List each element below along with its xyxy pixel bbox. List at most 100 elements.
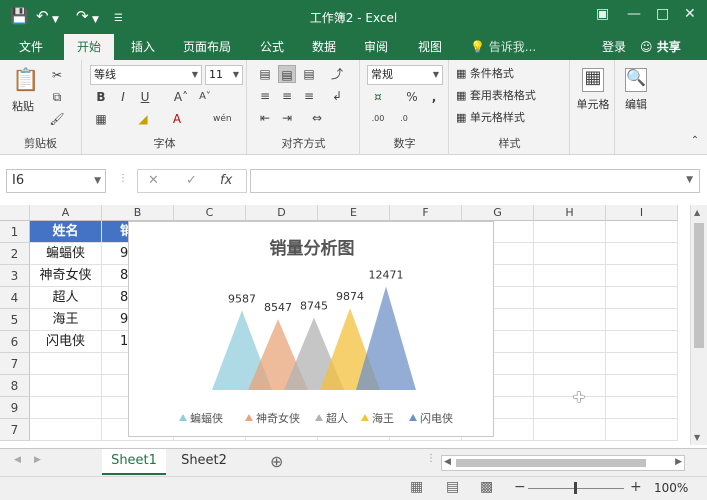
grid-cell[interactable] bbox=[606, 309, 678, 331]
tell-me-search[interactable]: 💡 告诉我... bbox=[470, 34, 536, 60]
decrease-decimal-icon[interactable]: .0 bbox=[395, 110, 413, 128]
grid-cell[interactable] bbox=[606, 265, 678, 287]
editing-button[interactable]: 编辑 bbox=[616, 96, 656, 114]
scroll-thumb[interactable] bbox=[456, 459, 646, 467]
paste-button[interactable]: 粘贴 bbox=[12, 98, 34, 116]
zoom-in-icon[interactable]: + bbox=[630, 479, 642, 495]
normal-view-icon[interactable]: ▦ bbox=[410, 479, 423, 495]
font-size-combo[interactable]: 11 ▼ bbox=[205, 65, 243, 85]
tab-data[interactable]: 数据 bbox=[302, 34, 346, 60]
increase-decimal-icon[interactable]: .00 bbox=[369, 110, 387, 128]
grid-cell[interactable]: 蝙蝠侠 bbox=[30, 243, 102, 265]
column-header[interactable]: I bbox=[606, 205, 678, 221]
conditional-format-button[interactable]: ▦ 条件格式 bbox=[456, 65, 514, 83]
grid-cell[interactable]: 姓名 bbox=[30, 221, 102, 243]
name-box[interactable]: I6 ▼ bbox=[6, 169, 106, 193]
column-header[interactable]: F bbox=[390, 205, 462, 221]
minimize-icon[interactable]: — bbox=[627, 6, 641, 22]
scroll-up-icon[interactable]: ▲ bbox=[694, 208, 700, 217]
underline-button[interactable]: U bbox=[136, 88, 154, 106]
column-header[interactable]: H bbox=[534, 205, 606, 221]
grid-cell[interactable] bbox=[606, 397, 678, 419]
ribbon-display-icon[interactable]: ▣ bbox=[596, 6, 609, 22]
row-header[interactable]: 9 bbox=[0, 397, 30, 419]
merge-center-icon[interactable]: ⇔ bbox=[308, 109, 326, 127]
phonetic-button[interactable]: wén bbox=[213, 110, 232, 128]
column-header[interactable]: C bbox=[174, 205, 246, 221]
align-middle-icon[interactable]: ▤ bbox=[278, 65, 296, 83]
row-header[interactable]: 8 bbox=[0, 375, 30, 397]
grid-cell[interactable]: 闪电侠 bbox=[30, 331, 102, 353]
column-header[interactable]: E bbox=[318, 205, 390, 221]
font-name-combo[interactable]: 等线 ▼ bbox=[90, 65, 202, 85]
fill-color-icon[interactable]: ◢ bbox=[134, 110, 152, 128]
italic-button[interactable]: I bbox=[114, 88, 132, 106]
tab-page-layout[interactable]: 页面布局 bbox=[172, 34, 242, 60]
scroll-down-icon[interactable]: ▼ bbox=[694, 433, 700, 442]
page-layout-view-icon[interactable]: ▤ bbox=[446, 479, 459, 495]
paste-icon[interactable]: 📋 bbox=[12, 66, 39, 96]
sheet-tab-2[interactable]: Sheet2 bbox=[172, 449, 236, 475]
grid-cell[interactable]: 海王 bbox=[30, 309, 102, 331]
row-header[interactable]: 1 bbox=[0, 221, 30, 243]
insert-function-button[interactable]: fx bbox=[220, 173, 232, 188]
percent-button[interactable]: % bbox=[403, 88, 421, 106]
scroll-thumb[interactable] bbox=[694, 223, 704, 348]
number-format-combo[interactable]: 常规 ▼ bbox=[367, 65, 443, 85]
grid-cell[interactable] bbox=[534, 419, 606, 441]
align-left-icon[interactable]: ≡ bbox=[256, 87, 274, 105]
tab-insert[interactable]: 插入 bbox=[120, 34, 166, 60]
grid-cell[interactable] bbox=[534, 397, 606, 419]
grid-cell[interactable]: 超人 bbox=[30, 287, 102, 309]
orientation-icon[interactable]: ⤴ bbox=[328, 65, 346, 83]
grow-font-icon[interactable]: A˄ bbox=[172, 88, 190, 106]
bold-button[interactable]: B bbox=[92, 88, 110, 106]
grid-cell[interactable] bbox=[606, 375, 678, 397]
grid-cell[interactable] bbox=[30, 419, 102, 441]
row-header[interactable]: 4 bbox=[0, 287, 30, 309]
add-sheet-icon[interactable]: ⊕ bbox=[270, 452, 283, 471]
tab-view[interactable]: 视图 bbox=[408, 34, 452, 60]
grid-cell[interactable] bbox=[534, 331, 606, 353]
chevron-down-icon[interactable]: ▼ bbox=[686, 175, 693, 185]
cells-icon[interactable]: ▦ bbox=[582, 68, 604, 92]
grid-cell[interactable] bbox=[534, 221, 606, 243]
vertical-scrollbar[interactable]: ▲ ▼ bbox=[690, 205, 707, 445]
find-icon[interactable]: 🔍 bbox=[625, 68, 647, 92]
grid-cell[interactable] bbox=[606, 353, 678, 375]
column-header[interactable]: G bbox=[462, 205, 534, 221]
grid-cell[interactable] bbox=[534, 243, 606, 265]
tab-formulas[interactable]: 公式 bbox=[250, 34, 294, 60]
align-right-icon[interactable]: ≡ bbox=[300, 87, 318, 105]
grid-cell[interactable] bbox=[606, 331, 678, 353]
grid-cell[interactable] bbox=[606, 419, 678, 441]
grid-cell[interactable] bbox=[606, 243, 678, 265]
column-header[interactable]: D bbox=[246, 205, 318, 221]
select-all-corner[interactable] bbox=[0, 205, 30, 221]
grid-cell[interactable] bbox=[534, 309, 606, 331]
format-as-table-button[interactable]: ▦ 套用表格格式 bbox=[456, 87, 536, 105]
row-header[interactable]: 3 bbox=[0, 265, 30, 287]
grid-cell[interactable] bbox=[534, 265, 606, 287]
align-center-icon[interactable]: ≡ bbox=[278, 87, 296, 105]
tab-review[interactable]: 审阅 bbox=[354, 34, 398, 60]
grid-cell[interactable] bbox=[30, 375, 102, 397]
scroll-left-icon[interactable]: ◀ bbox=[444, 457, 451, 467]
tab-file[interactable]: 文件 bbox=[6, 34, 56, 60]
scroll-right-icon[interactable]: ▶ bbox=[675, 457, 682, 467]
cancel-icon[interactable]: ✕ bbox=[148, 173, 159, 188]
zoom-level[interactable]: 100% bbox=[654, 481, 688, 495]
share-button[interactable]: ☺ 共享 bbox=[640, 34, 681, 60]
copy-icon[interactable]: ⧉ bbox=[48, 88, 66, 106]
enter-icon[interactable]: ✓ bbox=[186, 173, 197, 188]
cells-button[interactable]: 单元格 bbox=[571, 96, 615, 114]
grid-cell[interactable] bbox=[30, 353, 102, 375]
page-break-view-icon[interactable]: ▩ bbox=[480, 479, 493, 495]
cut-icon[interactable]: ✂ bbox=[48, 66, 66, 84]
row-header[interactable]: 6 bbox=[0, 331, 30, 353]
zoom-slider-thumb[interactable] bbox=[574, 482, 577, 494]
grid-cell[interactable] bbox=[534, 287, 606, 309]
formula-input[interactable]: ▼ bbox=[250, 169, 700, 193]
next-sheet-icon[interactable]: ▶ bbox=[34, 455, 41, 465]
close-icon[interactable]: ✕ bbox=[684, 6, 696, 22]
